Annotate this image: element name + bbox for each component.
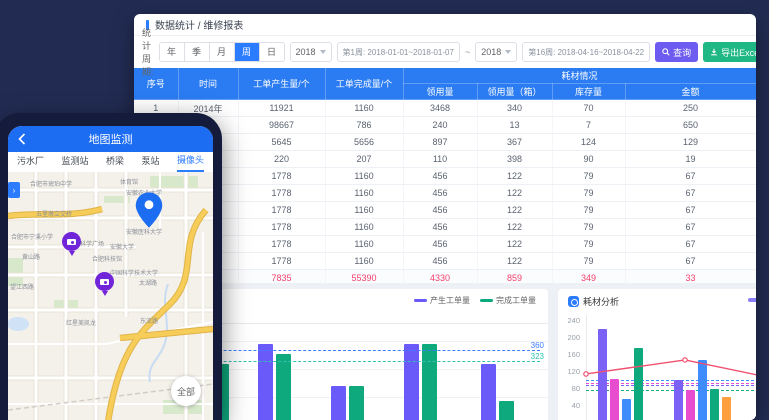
period-option-季[interactable]: 季 [185, 43, 210, 61]
query-button[interactable]: 查询 [655, 42, 698, 62]
col-header: 序号 [134, 68, 178, 100]
legend-swatch [480, 299, 493, 302]
table-row: 2202071103989019 [134, 151, 756, 168]
map-label: 黄山路 [22, 252, 40, 261]
workorder-chart-legend: 产生工单量 完成工单量 [414, 295, 536, 306]
dashboard-window: 数据统计 / 维修报表 统计周期: 年季月周日 2018 第1周: 2018-0… [134, 14, 756, 420]
bar [349, 386, 364, 420]
consumable-chart-card: 耗材分析 2402001601208040 [558, 289, 756, 420]
phone-screen: 地图监测 污水厂监测站桥梁泵站摄像头 [8, 126, 213, 420]
table-row: 177811604561227967 [134, 253, 756, 270]
chart-icon [568, 296, 579, 307]
phone-tab-bar: 污水厂监测站桥梁泵站摄像头 [8, 152, 213, 173]
page: { "colors":{"accent_blue":"#2b7cff","tab… [0, 0, 769, 420]
col-header: 工单产生量/个 [238, 68, 325, 100]
tab-摄像头[interactable]: 摄像头 [177, 152, 204, 172]
breadcrumb-text: 数据统计 / 维修报表 [155, 17, 243, 32]
table-row: 177811604561227967 [134, 236, 756, 253]
period-option-月[interactable]: 月 [210, 43, 235, 61]
tab-污水厂[interactable]: 污水厂 [17, 153, 44, 171]
chart-title: 耗材分析 [583, 295, 619, 308]
map-label: 五里墩立交桥 [36, 209, 72, 218]
sub-col-header: 库存量 [552, 84, 625, 100]
table-row: 177811604561227967 [134, 168, 756, 185]
map[interactable]: 合肥市琥珀中学体育馆安徽农业大学五里墩立交桥安徽医科大学合肥市宁溪小学科学广场安… [8, 172, 213, 420]
table-row: 177811604561227967 [134, 202, 756, 219]
year-from-select[interactable]: 2018 [290, 42, 332, 62]
table-row: 177811604561227967 [134, 219, 756, 236]
bar [422, 344, 437, 420]
map-label: 太湖路 [139, 278, 157, 287]
phone-title: 地图监测 [89, 131, 133, 147]
location-pin[interactable] [134, 190, 164, 230]
expand-icon[interactable]: › [8, 182, 20, 198]
map-label: 安徽大学 [110, 242, 134, 251]
consumable-chart-plot: 2402001601208040 [558, 289, 756, 420]
sub-col-header: 金额 [625, 84, 756, 100]
camera-marker[interactable] [62, 232, 81, 251]
map-label: 望江西路 [10, 282, 34, 291]
bar [276, 354, 291, 420]
map-label: 合肥科技馆 [92, 254, 122, 263]
bar [481, 364, 496, 420]
period-label: 统计周期: [142, 26, 154, 78]
filter-bar: 统计周期: 年季月周日 2018 第1周: 2018-01-01~2018-01… [134, 36, 756, 68]
all-button[interactable]: 全部 [171, 376, 201, 406]
bar [258, 344, 273, 420]
tab-泵站[interactable]: 泵站 [141, 153, 159, 171]
period-option-日[interactable]: 日 [260, 43, 284, 61]
map-label: 中国科学技术大学 [110, 268, 158, 277]
repair-table: 序号时间工单产生量/个工单完成量/个耗材情况领用量领用量（箱）库存量金额1201… [134, 68, 756, 304]
bar [331, 386, 346, 420]
sub-col-header: 领用量 [403, 84, 477, 100]
tab-监测站[interactable]: 监测站 [61, 153, 88, 171]
table-row: 177811604561227967 [134, 185, 756, 202]
group-header: 耗材情况 [403, 68, 756, 84]
week-to-field[interactable]: 第16周: 2018-04-16~2018-04-22 [522, 42, 650, 62]
bar [499, 401, 514, 420]
chevron-down-icon [505, 50, 511, 54]
range-separator: ~ [465, 47, 470, 57]
table-row: 12014年119211160346834070250 [134, 100, 756, 117]
bar [404, 344, 419, 420]
search-icon [662, 48, 670, 56]
map-label: 合肥市宁溪小学 [11, 232, 53, 241]
download-icon [710, 48, 718, 56]
export-excel-button[interactable]: 导出Excel [703, 42, 756, 62]
period-segment: 年季月周日 [159, 42, 285, 62]
tab-桥梁[interactable]: 桥梁 [106, 153, 124, 171]
sub-col-header: 领用量（箱） [477, 84, 552, 100]
period-option-周[interactable]: 周 [235, 43, 260, 61]
breadcrumb[interactable]: 数据统计 / 维修报表 [134, 14, 756, 36]
table-row: 98667786240137650 [134, 117, 756, 134]
map-label: 东流路 [140, 316, 158, 325]
trend-line [558, 289, 756, 420]
week-from-field[interactable]: 第1周: 2018-01-01~2018-01-07 [337, 42, 460, 62]
table-row: 56455656897367124129 [134, 134, 756, 151]
camera-marker[interactable] [95, 272, 114, 291]
map-label: 科学广场 [80, 239, 104, 248]
map-label: 合肥市琥珀中学 [30, 179, 72, 188]
chart-legend-item[interactable]: 完成工单量 [480, 295, 536, 306]
charts-section: 产生工单量 完成工单量 360323 耗材分析 2402001601208040 [134, 283, 756, 420]
year-to-select[interactable]: 2018 [475, 42, 517, 62]
map-label: 体育馆 [120, 177, 138, 186]
phone-mockup: 地图监测 污水厂监测站桥梁泵站摄像头 [0, 113, 222, 420]
col-header: 时间 [178, 68, 238, 100]
phone-header: 地图监测 [8, 126, 213, 152]
chevron-down-icon [320, 50, 326, 54]
map-label: 红星美凯龙 [66, 318, 96, 327]
period-option-年[interactable]: 年 [160, 43, 185, 61]
legend-swatch [414, 299, 427, 302]
chart-legend-item[interactable]: 产生工单量 [414, 295, 470, 306]
back-icon[interactable] [17, 133, 27, 145]
col-header: 工单完成量/个 [325, 68, 403, 100]
